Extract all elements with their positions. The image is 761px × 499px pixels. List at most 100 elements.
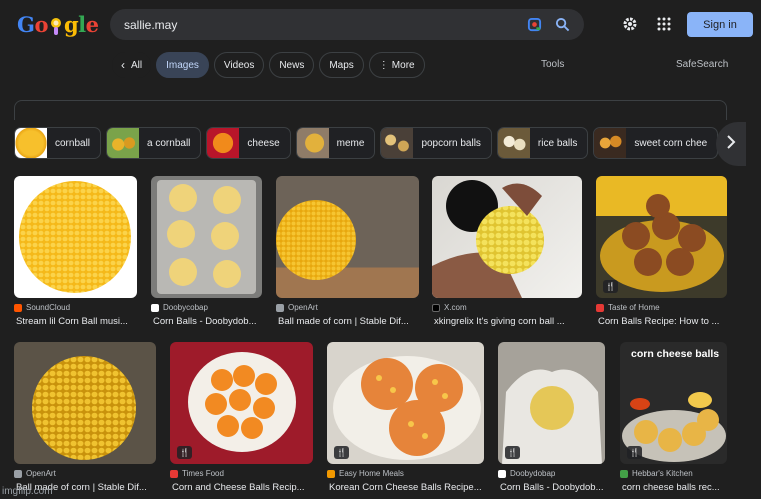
back-to-all-link[interactable]: ‹ All [112, 52, 152, 78]
logo-letter: G [17, 12, 35, 37]
result-title[interactable]: Stream lil Corn Ball musi... [16, 316, 140, 327]
apps-grid-icon[interactable] [656, 16, 672, 32]
image-result[interactable]: SoundCloud Stream lil Corn Ball musi... [14, 176, 138, 331]
result-thumbnail[interactable] [432, 176, 582, 298]
related-chip[interactable]: rice balls [496, 127, 589, 159]
source-label: Times Food [182, 469, 224, 478]
result-title[interactable]: Ball made of corn | Stable Dif... [278, 316, 422, 327]
image-result[interactable]: 🍴 Times Food Corn and Cheese Balls Recip… [170, 342, 314, 499]
related-chip[interactable]: a cornball [106, 127, 202, 159]
related-label: sweet corn chee [634, 137, 708, 149]
soundcloud-favicon-icon [14, 303, 22, 312]
logo-doodle-icon [49, 15, 63, 35]
result-source: X.com [432, 303, 467, 312]
image-result[interactable]: Doobycobap Corn Balls - Doobydob... [151, 176, 263, 331]
times-food-favicon-icon [170, 469, 178, 478]
related-label: cheese [247, 137, 280, 149]
imgflip-watermark: imgflip.com [2, 486, 53, 497]
image-result[interactable]: X.com xkingrelix It's giving corn ball .… [432, 176, 583, 331]
related-chip[interactable]: sweet corn chee [593, 127, 719, 159]
source-label: Doobycobap [163, 303, 208, 312]
lens-icon[interactable] [526, 17, 542, 33]
result-thumbnail[interactable] [151, 176, 262, 298]
related-thumbnail [296, 128, 329, 158]
safesearch-button[interactable]: SafeSearch [676, 59, 728, 70]
result-thumbnail[interactable]: 🍴 [498, 342, 605, 464]
source-label: OpenArt [26, 469, 56, 478]
easy-home-meals-favicon-icon [327, 469, 335, 478]
related-label: rice balls [537, 137, 578, 149]
logo-letter: o [34, 12, 48, 37]
result-title[interactable]: Korean Corn Cheese Balls Recipe... [329, 482, 486, 493]
recipe-badge-icon: 🍴 [334, 446, 349, 459]
related-thumbnail [15, 128, 47, 158]
source-label: Taste of Home [608, 303, 660, 312]
related-searches: cornball a cornball cheese meme popcorn … [14, 127, 723, 159]
tab-images[interactable]: Images [156, 52, 209, 78]
doobydobap-favicon-icon [498, 469, 506, 478]
result-thumbnail[interactable] [14, 342, 156, 464]
doobydobap-favicon-icon [151, 303, 159, 312]
related-chip[interactable]: popcorn balls [380, 127, 492, 159]
result-thumbnail[interactable] [14, 176, 137, 298]
source-label: Easy Home Meals [339, 469, 404, 478]
result-source: Easy Home Meals [327, 469, 404, 478]
result-title[interactable]: Corn Balls - Doobydob... [500, 482, 608, 493]
x-favicon-icon [432, 303, 440, 312]
result-title[interactable]: Corn Balls Recipe: How to ... [598, 316, 728, 327]
image-result[interactable]: OpenArt Ball made of corn | Stable Dif..… [14, 342, 157, 499]
recipe-badge-icon: 🍴 [505, 446, 520, 459]
more-label: More [391, 59, 415, 71]
result-source: Taste of Home [596, 303, 660, 312]
image-result[interactable]: OpenArt Ball made of corn | Stable Dif..… [276, 176, 420, 331]
result-thumbnail[interactable]: 🍴 [327, 342, 484, 464]
image-result[interactable]: 🍴 Doobydobap Corn Balls - Doobydob... [498, 342, 606, 499]
source-label: Doobydobap [510, 469, 556, 478]
tools-button[interactable]: Tools [541, 59, 564, 70]
result-source: Hebbar's Kitchen [620, 469, 693, 478]
result-title[interactable]: corn cheese balls rec... [622, 482, 729, 493]
related-label: a cornball [147, 137, 191, 149]
result-source: Times Food [170, 469, 224, 478]
search-box[interactable]: sallie.may [110, 9, 584, 40]
result-source: Doobydobap [498, 469, 555, 478]
result-source: OpenArt [276, 303, 318, 312]
source-label: Hebbar's Kitchen [632, 469, 693, 478]
result-source: OpenArt [14, 469, 56, 478]
settings-gear-icon[interactable] [622, 16, 638, 32]
related-thumbnail [381, 128, 414, 158]
tab-news[interactable]: News [269, 52, 315, 78]
result-title[interactable]: Corn and Cheese Balls Recip... [172, 482, 316, 493]
result-thumbnail[interactable]: corn cheese balls 🍴 [620, 342, 727, 464]
image-result[interactable]: corn cheese balls 🍴 Hebbar's Kitchen cor… [620, 342, 727, 499]
result-source: Doobycobap [151, 303, 208, 312]
result-thumbnail[interactable]: 🍴 [170, 342, 313, 464]
related-next-button[interactable] [716, 122, 746, 166]
tab-more[interactable]: ⋮ More [368, 52, 425, 78]
image-result[interactable]: 🍴 Taste of Home Corn Balls Recipe: How t… [596, 176, 727, 331]
tab-maps[interactable]: Maps [319, 52, 364, 78]
google-logo[interactable]: G o g l e [17, 12, 99, 37]
logo-letter: e [85, 12, 99, 37]
chevron-left-icon: ‹ [121, 58, 125, 72]
openart-favicon-icon [276, 303, 284, 312]
result-thumbnail[interactable]: 🍴 [596, 176, 727, 298]
related-chip[interactable]: cornball [14, 127, 102, 159]
source-label: OpenArt [288, 303, 318, 312]
result-thumbnail[interactable] [276, 176, 419, 298]
tab-videos[interactable]: Videos [213, 52, 265, 78]
result-title[interactable]: Corn Balls - Doobydob... [153, 316, 265, 327]
result-title[interactable]: xkingrelix It's giving corn ball ... [434, 316, 582, 327]
sign-in-button[interactable]: Sign in [687, 12, 753, 37]
search-nav: ‹ All Images Videos News Maps ⋮ More [112, 52, 430, 78]
search-input[interactable]: sallie.may [124, 18, 514, 32]
related-thumbnail [207, 128, 240, 158]
search-icon[interactable] [554, 17, 570, 33]
source-label: X.com [444, 303, 467, 312]
related-chip[interactable]: cheese [206, 127, 291, 159]
image-result[interactable]: 🍴 Easy Home Meals Korean Corn Cheese Bal… [327, 342, 485, 499]
more-vert-icon: ⋮ [378, 59, 389, 71]
related-chip[interactable]: meme [295, 127, 376, 159]
results-divider [14, 100, 727, 120]
related-thumbnail [497, 128, 530, 158]
